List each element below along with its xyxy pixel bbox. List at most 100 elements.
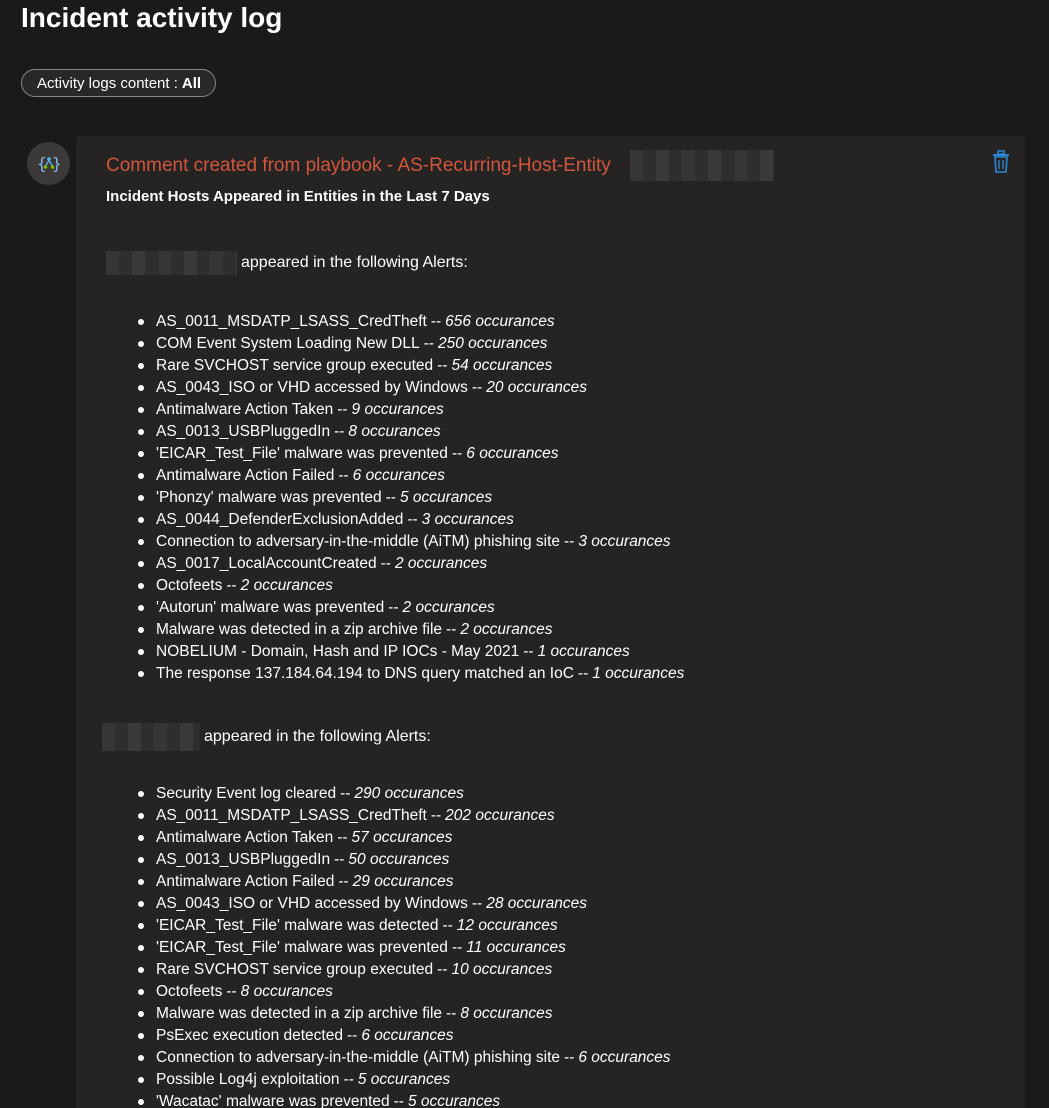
list-item: 'Autorun' malware was prevented -- 2 occur… [137, 597, 684, 619]
alert-count: 9 occurances [351, 401, 444, 418]
alert-separator: -- [442, 917, 453, 934]
list-item: Rare SVCHOST service group executed -- 10 … [138, 959, 671, 981]
alert-count: 57 occurances [351, 829, 453, 846]
alert-name: AS_0043_ISO or VHD accessed by Windows [156, 379, 468, 396]
alert-count: 8 occurances [348, 423, 441, 440]
alert-name: Malware was detected in a zip archive fi… [156, 621, 443, 638]
alert-separator: -- [437, 961, 448, 978]
alert-count: 202 occurances [445, 807, 555, 824]
alert-count: 54 occurances [451, 357, 553, 374]
list-item: 'Phonzy' malware was prevented -- 5 occura… [137, 487, 684, 509]
alert-count: 2 occurances [240, 577, 333, 594]
list-item: AS_0044_DefenderExclusionAdded -- 3 occura… [137, 509, 684, 531]
alert-name: 'Wacatac' malware was prevented [156, 1093, 390, 1108]
alert-separator: -- [564, 533, 575, 550]
list-item: Octofeets -- 2 occurances [137, 575, 684, 597]
alert-count: 8 occurances [460, 1005, 553, 1022]
filter-label: Activity logs content : [37, 74, 178, 92]
alert-separator: -- [388, 599, 399, 616]
entry-subtitle: Incident Hosts Appeared in Entities in t… [106, 188, 490, 205]
alert-name: 'EICAR_Test_File' malware was detected [156, 917, 439, 934]
host-heading-text: appeared in the following Alerts: [204, 728, 431, 745]
list-item: Malware was detected in a zip archive fi… [138, 1003, 671, 1025]
host-heading-text: appeared in the following Alerts: [241, 254, 468, 271]
list-item: AS_0011_MSDATP_LSASS_CredTheft -- 656 occu… [137, 311, 684, 333]
alert-name: AS_0044_DefenderExclusionAdded [156, 511, 404, 528]
list-item: 'EICAR_Test_File' malware was prevented -… [138, 937, 671, 959]
list-item: Rare SVCHOST service group executed -- 54 … [137, 355, 684, 377]
alert-separator: -- [446, 621, 457, 638]
list-item: Security Event log cleared -- 290 occuranc… [138, 783, 671, 805]
svg-text:}: } [52, 154, 62, 173]
redacted-hostname [106, 251, 237, 275]
alert-separator: -- [337, 401, 348, 418]
list-item: Antimalware Action Failed -- 29 occurances [138, 871, 671, 893]
alert-count: 3 occurances [421, 511, 514, 528]
alert-count: 6 occurances [578, 1049, 671, 1066]
list-item: AS_0043_ISO or VHD accessed by Windows --… [138, 893, 671, 915]
list-item: PsExec execution detected -- 6 occurances [138, 1025, 671, 1047]
filter-value: All [181, 74, 202, 92]
alert-name: AS_0017_LocalAccountCreated [156, 555, 377, 572]
alert-count: 2 occurances [460, 621, 553, 638]
activity-logs-content-filter[interactable]: Activity logs content : All [21, 69, 217, 97]
alert-name: NOBELIUM - Domain, Hash and IP IOCs - Ma… [156, 643, 520, 660]
alert-separator: -- [334, 423, 345, 440]
alert-count: 250 occurances [437, 335, 548, 352]
alert-name: AS_0043_ISO or VHD accessed by Windows [156, 895, 468, 912]
alert-count: 2 occurances [394, 555, 488, 572]
alert-count: 656 occurances [445, 313, 555, 330]
alert-name: 'EICAR_Test_File' malware was prevented [156, 939, 448, 956]
list-item: Connection to adversary-in-the-middle (A… [138, 1047, 671, 1069]
alert-list: Security Event log cleared -- 290 occuranc… [138, 783, 671, 1108]
alert-count: 5 occurances [399, 489, 493, 506]
alert-separator: -- [334, 851, 345, 868]
trash-icon[interactable] [990, 150, 1012, 174]
playbook-logic-app-icon: { } [27, 142, 70, 185]
entry-title: Comment created from playbook - AS-Recur… [106, 155, 611, 176]
list-item: 'Wacatac' malware was prevented -- 5 occur… [138, 1091, 671, 1108]
alert-name: AS_0011_MSDATP_LSASS_CredTheft [156, 313, 427, 330]
alert-count: 3 occurances [578, 533, 671, 550]
alert-count: 5 occurances [357, 1071, 451, 1088]
alert-name: Antimalware Action Failed [156, 467, 335, 484]
alert-separator: -- [226, 577, 237, 594]
alert-list: AS_0011_MSDATP_LSASS_CredTheft -- 656 occu… [137, 311, 685, 685]
alert-separator: -- [430, 313, 442, 330]
list-item: NOBELIUM - Domain, Hash and IP IOCs - Ma… [137, 641, 684, 663]
alert-separator: -- [343, 1071, 354, 1088]
alert-separator: -- [337, 829, 348, 846]
list-item: 'EICAR_Test_File' malware was detected --… [138, 915, 671, 937]
list-item: Antimalware Action Taken -- 9 occurances [137, 399, 684, 421]
alert-separator: -- [471, 895, 483, 912]
alert-separator: -- [226, 983, 237, 1000]
list-item: AS_0011_MSDATP_LSASS_CredTheft -- 202 occu… [138, 805, 671, 827]
alert-count: 20 occurances [486, 379, 588, 396]
list-item: The response 137.184.64.194 to DNS query… [137, 663, 685, 685]
alert-separator: -- [451, 445, 463, 462]
alert-name: Possible Log4j exploitation [156, 1071, 340, 1088]
alert-count: 290 occurances [354, 785, 464, 802]
alert-count: 12 occurances [456, 917, 558, 934]
alert-count: 2 occurances [402, 599, 495, 616]
alert-separator: -- [407, 511, 418, 528]
alert-name: AS_0013_USBPluggedIn [156, 851, 331, 868]
list-item: Antimalware Action Failed -- 6 occurances [137, 465, 684, 487]
alert-name: 'Phonzy' malware was prevented [156, 489, 382, 506]
alert-name: Octofeets [156, 983, 223, 1000]
list-item: Antimalware Action Taken -- 57 occurances [138, 827, 671, 849]
alert-count: 1 occurances [592, 665, 685, 682]
alert-name: AS_0011_MSDATP_LSASS_CredTheft [156, 807, 427, 824]
incident-activity-log-page: Incident activity log Activity logs cont… [0, 0, 1049, 1108]
list-item: Malware was detected in a zip archive fi… [137, 619, 684, 641]
alert-name: Connection to adversary-in-the-middle (A… [156, 1049, 561, 1066]
alert-count: 29 occurances [352, 873, 454, 890]
alert-separator: -- [451, 939, 463, 956]
alert-separator: -- [380, 555, 391, 572]
alert-separator: -- [393, 1093, 404, 1108]
alert-count: 6 occurances [466, 445, 559, 462]
activity-entry-card: Comment created from playbook - AS-Recur… [76, 136, 1025, 1108]
host-heading: appeared in the following Alerts: [102, 723, 431, 751]
alert-separator: -- [346, 1027, 358, 1044]
alert-name: PsExec execution detected [156, 1027, 343, 1044]
